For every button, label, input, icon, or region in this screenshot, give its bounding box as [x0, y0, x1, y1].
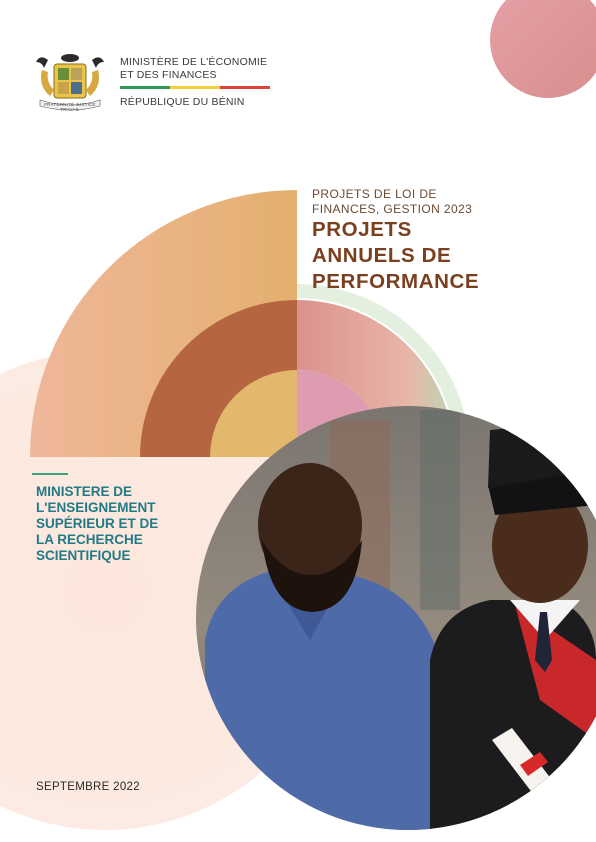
- ministry-name-line5: SCIENTIFIQUE: [36, 548, 131, 563]
- flag-yellow: [170, 86, 220, 89]
- ministry-name-line1: MINISTERE DE: [36, 484, 133, 499]
- subtitle-line2: FINANCES, GESTION 2023: [312, 202, 473, 216]
- title-line1: PROJETS: [312, 218, 412, 241]
- republic-name: RÉPUBLIQUE DU BÉNIN: [120, 96, 245, 108]
- ministry-name-line3: SUPÉRIEUR ET DE: [36, 516, 159, 531]
- flag-red: [220, 86, 270, 89]
- ministry-finance-line1: MINISTÈRE DE L'ÉCONOMIE: [120, 56, 268, 68]
- ministry-finance-line2: ET DES FINANCES: [120, 69, 217, 81]
- ministry-name-line2: L'ENSEIGNEMENT: [36, 500, 156, 515]
- cover-graphics: [0, 0, 596, 830]
- top-right-circle: [490, 0, 596, 98]
- accent-line: [32, 473, 68, 475]
- flag-green: [120, 86, 170, 89]
- title-line2: ANNUELS DE: [312, 244, 452, 267]
- title-line3: PERFORMANCE: [312, 270, 480, 293]
- ministry-name-line4: LA RECHERCHE: [36, 532, 143, 547]
- publication-date: SEPTEMBRE 2022: [36, 781, 140, 793]
- flag-color-bar: [120, 86, 270, 89]
- emblem-motto: FRATERNITÉ JUSTICE TRAVAIL: [44, 102, 96, 112]
- subtitle-line1: PROJETS DE LOI DE: [312, 187, 437, 201]
